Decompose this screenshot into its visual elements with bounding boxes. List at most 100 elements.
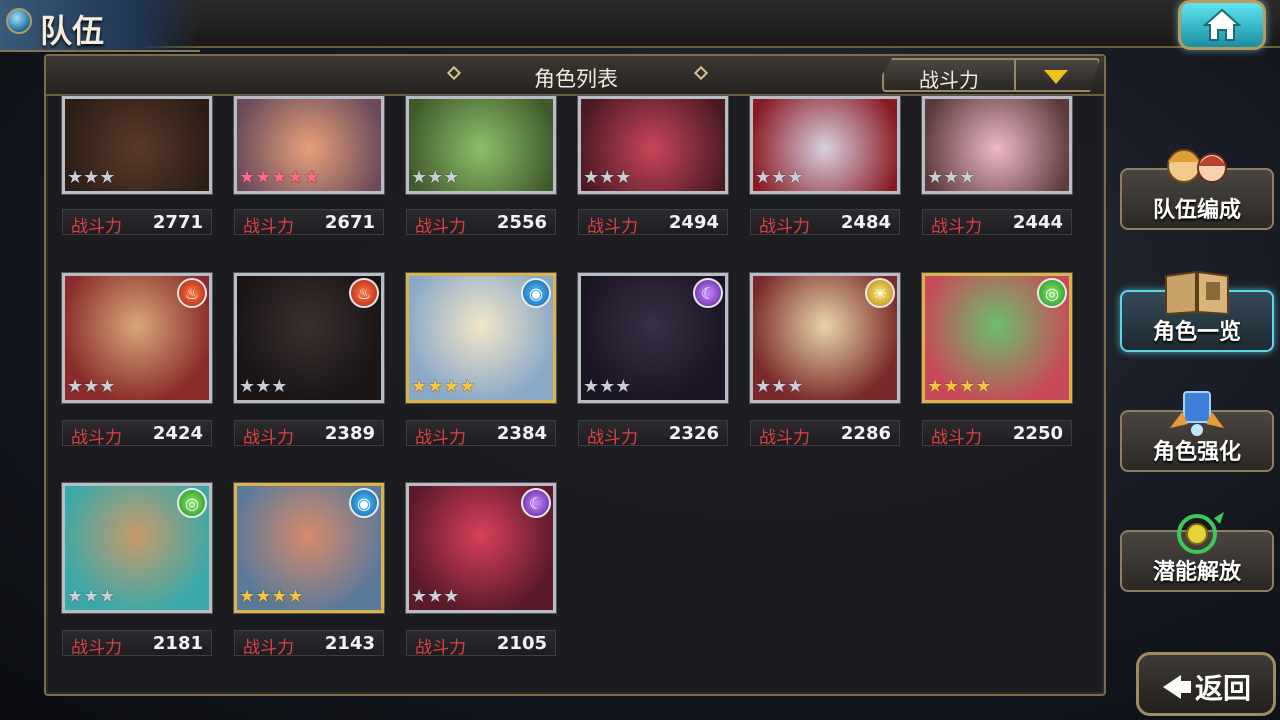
rarity-stars: ★ ★ ★ xyxy=(239,376,287,398)
star-icon: ★ xyxy=(443,167,460,188)
star-icon: ★ xyxy=(771,376,788,397)
power-row: 战斗力 2484 xyxy=(750,209,900,237)
character-card[interactable]: ★ ★ ★ ☀ xyxy=(749,272,901,404)
power-value: 2444 xyxy=(1012,212,1063,233)
power-value: 2181 xyxy=(152,633,203,654)
character-card[interactable]: ★ ★ ★ xyxy=(61,95,213,195)
rarity-stars: ★ ★ ★ xyxy=(67,167,115,189)
power-row: 战斗力 2556 xyxy=(406,209,556,237)
power-label: 战斗力 xyxy=(587,428,638,448)
character-card[interactable]: ★ ★ ★ ★ ◎ xyxy=(921,272,1073,404)
character-card[interactable]: ★ ★ ★ xyxy=(749,95,901,195)
star-icon: ★ xyxy=(427,167,444,188)
power-label: 战斗力 xyxy=(415,217,466,237)
power-row: 战斗力 2671 xyxy=(234,209,384,237)
star-icon: ★ xyxy=(239,167,256,188)
power-label: 战斗力 xyxy=(71,638,122,658)
character-card[interactable]: ★ ★ ★ xyxy=(405,95,557,195)
character-list-label: 角色一览 xyxy=(1152,320,1241,345)
home-button[interactable] xyxy=(1178,0,1266,50)
power-row: 战斗力 2424 xyxy=(62,420,212,448)
power-value: 2389 xyxy=(324,423,375,444)
character-card[interactable]: ★ ★ ★ ★ ◉ xyxy=(405,272,557,404)
star-icon: ★ xyxy=(583,167,600,188)
team-edit-button[interactable]: 队伍编成 xyxy=(1120,149,1274,230)
star-icon: ★ xyxy=(287,167,304,188)
star-icon: ★ xyxy=(459,376,476,397)
diamond-ornament-icon xyxy=(446,65,462,81)
power-row: 战斗力 2143 xyxy=(234,630,384,658)
star-icon: ★ xyxy=(787,167,804,188)
chevron-down-icon[interactable] xyxy=(1044,70,1068,84)
power-value: 2143 xyxy=(324,633,375,654)
power-value: 2326 xyxy=(668,423,719,444)
home-icon xyxy=(1202,8,1242,41)
character-card[interactable]: ★ ★ ★ ♨ xyxy=(233,272,385,404)
team-edit-label: 队伍编成 xyxy=(1152,198,1241,223)
character-card[interactable]: ★ ★ ★ ☾ xyxy=(577,272,729,404)
star-icon: ★ xyxy=(255,167,272,188)
star-icon: ★ xyxy=(411,586,428,607)
power-row: 战斗力 2494 xyxy=(578,209,728,237)
dark-element-icon: ☾ xyxy=(693,278,723,308)
star-icon: ★ xyxy=(83,586,100,607)
character-list-button[interactable]: 角色一览 xyxy=(1120,270,1274,352)
water-element-icon: ◉ xyxy=(521,278,551,308)
rarity-stars: ★ ★ ★ xyxy=(755,167,803,189)
power-value: 2556 xyxy=(496,212,547,233)
diamond-ornament-icon xyxy=(693,65,709,81)
power-row: 战斗力 2181 xyxy=(62,630,212,658)
power-value: 2484 xyxy=(840,212,891,233)
power-row: 战斗力 2389 xyxy=(234,420,384,448)
star-icon: ★ xyxy=(443,586,460,607)
power-label: 战斗力 xyxy=(759,217,810,237)
rarity-stars: ★ ★ ★ xyxy=(583,376,631,398)
rarity-stars: ★ ★ ★ xyxy=(67,586,115,608)
character-card[interactable]: ★ ★ ★ ★ ◉ xyxy=(233,482,385,614)
power-label: 战斗力 xyxy=(415,638,466,658)
star-icon: ★ xyxy=(771,167,788,188)
back-button[interactable]: 返回 xyxy=(1136,652,1276,716)
character-card[interactable]: ★ ★ ★ ◎ xyxy=(61,482,213,614)
power-row: 战斗力 2250 xyxy=(922,420,1072,448)
rarity-stars: ★ ★ ★ xyxy=(67,376,115,398)
sort-divider xyxy=(1014,60,1016,90)
power-label: 战斗力 xyxy=(243,428,294,448)
potential-release-label: 潜能解放 xyxy=(1152,560,1241,585)
star-icon: ★ xyxy=(67,167,84,188)
power-label: 战斗力 xyxy=(587,217,638,237)
star-icon: ★ xyxy=(615,376,632,397)
star-icon: ★ xyxy=(927,376,944,397)
star-icon: ★ xyxy=(83,167,100,188)
character-card[interactable]: ★ ★ ★ ♨ xyxy=(61,272,213,404)
rarity-stars: ★ ★ ★ xyxy=(927,167,975,189)
power-row: 战斗力 2444 xyxy=(922,209,1072,237)
star-icon: ★ xyxy=(271,167,288,188)
character-card[interactable]: ★ ★ ★ ★ ★ xyxy=(233,95,385,195)
character-card[interactable]: ★ ★ ★ xyxy=(577,95,729,195)
star-icon: ★ xyxy=(443,376,460,397)
wind-element-icon: ◎ xyxy=(177,488,207,518)
power-row: 战斗力 2326 xyxy=(578,420,728,448)
rarity-stars: ★ ★ ★ xyxy=(411,167,459,189)
character-card[interactable]: ★ ★ ★ ☾ xyxy=(405,482,557,614)
star-icon: ★ xyxy=(287,586,304,607)
power-label: 战斗力 xyxy=(243,638,294,658)
star-icon: ★ xyxy=(271,376,288,397)
rarity-stars: ★ ★ ★ xyxy=(411,586,459,608)
character-enhance-button[interactable]: 角色强化 xyxy=(1120,391,1274,472)
power-value: 2494 xyxy=(668,212,719,233)
star-icon: ★ xyxy=(255,586,272,607)
fire-element-icon: ♨ xyxy=(349,278,379,308)
star-icon: ★ xyxy=(583,376,600,397)
power-label: 战斗力 xyxy=(931,217,982,237)
star-icon: ★ xyxy=(615,167,632,188)
potential-release-button[interactable]: 潜能解放 xyxy=(1120,512,1274,592)
water-element-icon: ◉ xyxy=(349,488,379,518)
star-icon: ★ xyxy=(599,167,616,188)
potential-orb-icon xyxy=(1177,512,1224,554)
character-card[interactable]: ★ ★ ★ xyxy=(921,95,1073,195)
power-label: 战斗力 xyxy=(71,217,122,237)
sort-dropdown[interactable]: 战斗力 xyxy=(882,58,1100,92)
star-icon: ★ xyxy=(427,376,444,397)
